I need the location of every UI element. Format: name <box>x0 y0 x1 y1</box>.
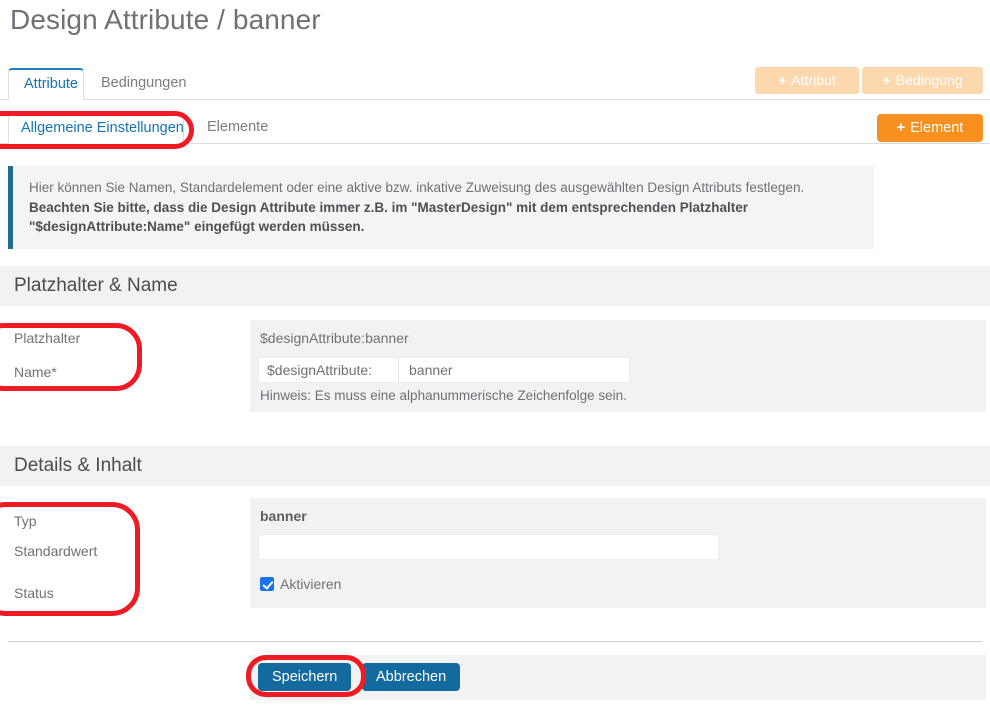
tab-elemente[interactable]: Elemente <box>195 113 280 144</box>
platzhalter-preview-value: $designAttribute:banner <box>260 330 409 346</box>
tab-attribute[interactable]: Attribute <box>8 68 84 100</box>
page-title: Design Attribute / banner <box>10 4 321 35</box>
info-line-3: "$designAttribute:Name" eingefügt werden… <box>29 219 365 235</box>
aktivieren-checkbox[interactable] <box>260 577 274 591</box>
add-element-button[interactable]: + Element <box>877 114 983 142</box>
aktivieren-label: Aktivieren <box>280 576 342 592</box>
cancel-button[interactable]: Abbrechen <box>362 663 461 691</box>
add-bedingung-label: Bedingung <box>895 72 963 88</box>
label-status: Status <box>14 585 54 601</box>
name-input-prefix-addon: $designAttribute: <box>259 358 399 382</box>
name-input-group[interactable]: $designAttribute: <box>258 357 630 383</box>
label-standardwert: Standardwert <box>14 543 98 559</box>
tab-allgemeine-einstellungen[interactable]: Allgemeine Einstellungen <box>8 113 184 144</box>
section-heading-platzhalter-name: Platzhalter & Name <box>0 266 990 306</box>
details-field-panel: banner Aktivieren <box>250 498 986 608</box>
footer-button-panel: Speichern Abbrechen <box>250 655 986 700</box>
name-input[interactable] <box>399 358 629 382</box>
details-label-column: Typ Standardwert Status <box>14 513 214 615</box>
name-help-text: Hinweis: Es muss eine alphanummerische Z… <box>260 388 627 403</box>
standardwert-input[interactable] <box>258 534 719 560</box>
add-element-label: Element <box>910 120 964 136</box>
section-heading-details-inhalt: Details & Inhalt <box>0 446 990 486</box>
platzhalter-name-field-panel: $designAttribute:banner $designAttribute… <box>250 320 986 412</box>
label-platzhalter: Platzhalter <box>14 330 81 346</box>
secondary-tabbar: Allgemeine Einstellungen Elemente <box>0 113 990 144</box>
standardwert-field-title: banner <box>260 508 307 524</box>
info-line-2: Beachten Sie bitte, dass die Design Attr… <box>29 199 748 215</box>
plus-icon: + <box>896 120 906 136</box>
aktivieren-checkbox-row[interactable]: Aktivieren <box>258 576 986 592</box>
page-root: Design Attribute / banner Attribute Bedi… <box>0 0 990 715</box>
add-attribut-button[interactable]: + Attribut <box>755 67 859 94</box>
info-alert-box: Hier können Sie Namen, Standardelement o… <box>8 166 874 249</box>
save-button[interactable]: Speichern <box>258 663 352 691</box>
platzhalter-name-label-column: Platzhalter Name* <box>14 330 214 398</box>
add-attribut-label: Attribut <box>791 72 836 88</box>
plus-icon: + <box>882 72 891 88</box>
info-line-1: Hier können Sie Namen, Standardelement o… <box>29 180 805 195</box>
plus-icon: + <box>778 72 787 88</box>
footer-divider <box>8 641 982 642</box>
add-bedingung-button[interactable]: + Bedingung <box>862 67 983 94</box>
label-typ: Typ <box>14 513 37 529</box>
tab-bedingungen[interactable]: Bedingungen <box>86 68 201 100</box>
label-name: Name* <box>14 364 57 380</box>
